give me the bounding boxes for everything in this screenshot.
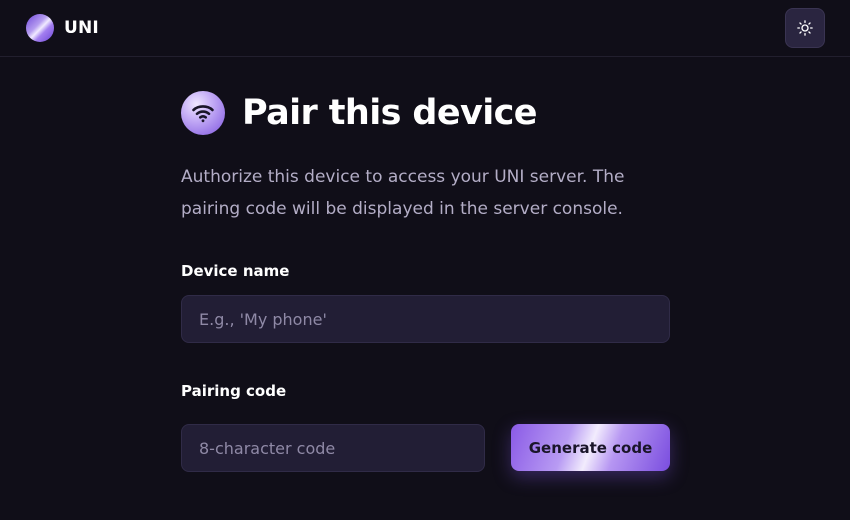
top-bar: UNI [0, 0, 850, 57]
pairing-code-input[interactable] [181, 424, 485, 472]
gradient-orb-logo-icon [26, 14, 54, 42]
brand[interactable]: UNI [26, 14, 99, 42]
theme-toggle-button[interactable] [785, 8, 825, 48]
pairing-code-label: Pairing code [181, 382, 287, 400]
wifi-icon [192, 105, 214, 123]
brand-name: UNI [64, 18, 99, 38]
sun-icon [797, 20, 813, 36]
title-icon-badge [181, 91, 225, 135]
device-name-input[interactable] [181, 295, 670, 343]
page-title: Pair this device [242, 93, 538, 133]
generate-code-button[interactable]: Generate code [511, 424, 670, 471]
page-description: Authorize this device to access your UNI… [181, 167, 625, 219]
device-name-label: Device name [181, 262, 290, 280]
